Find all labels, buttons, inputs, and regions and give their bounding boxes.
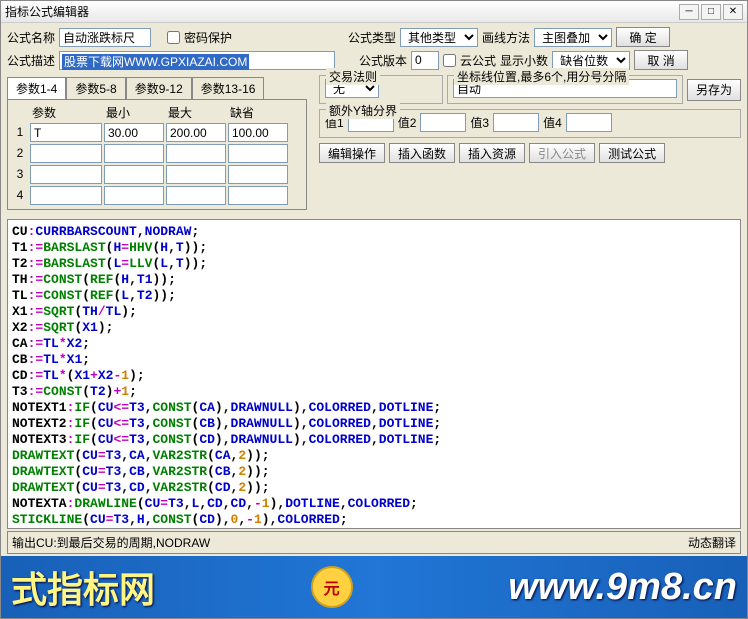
password-label: 密码保护 — [184, 29, 232, 46]
banner-left-text: 式指标网 — [11, 561, 155, 613]
param-tabs: 参数1-4 参数5-8 参数9-12 参数13-16 — [7, 77, 307, 100]
cloud-checkbox[interactable] — [443, 54, 456, 67]
v4-label: 值4 — [543, 114, 562, 131]
param-max-input[interactable] — [166, 144, 226, 163]
tab-params-13-16[interactable]: 参数13-16 — [192, 77, 265, 99]
titlebar: 指标公式编辑器 ─ □ ✕ — [1, 1, 747, 23]
name-label: 公式名称 — [7, 29, 55, 46]
name-input[interactable] — [59, 28, 151, 47]
minimize-button[interactable]: ─ — [679, 4, 699, 20]
banner: 式指标网 元 www.9m8.cn — [1, 556, 747, 618]
drawmethod-label: 画线方法 — [482, 29, 530, 46]
decimals-label: 显示小数 — [500, 52, 548, 69]
param-rownum: 4 — [12, 186, 28, 205]
col-paramname: 参数 — [30, 104, 102, 121]
coord-legend: 坐标线位置,最多6个,用分号分隔 — [454, 68, 629, 85]
drawmethod-select[interactable]: 主图叠加 — [534, 28, 612, 47]
cloud-label: 云公式 — [460, 52, 496, 69]
param-max-input[interactable] — [166, 123, 226, 142]
param-name-input[interactable] — [30, 186, 102, 205]
v3-input[interactable] — [493, 113, 539, 132]
editop-button[interactable]: 编辑操作 — [319, 143, 385, 163]
param-name-input[interactable] — [30, 123, 102, 142]
param-max-input[interactable] — [166, 186, 226, 205]
form-area: 公式名称 密码保护 公式类型 其他类型 画线方法 主图叠加 确 定 公式描述 股… — [1, 23, 747, 217]
type-select[interactable]: 其他类型 — [400, 28, 478, 47]
insres-button[interactable]: 插入资源 — [459, 143, 525, 163]
param-rownum: 3 — [12, 165, 28, 184]
extraY-legend: 额外Y轴分界 — [326, 102, 400, 119]
col-default: 缺省 — [228, 104, 288, 121]
param-def-input[interactable] — [228, 165, 288, 184]
version-input[interactable] — [411, 51, 439, 70]
decimals-select[interactable]: 缺省位数 — [552, 51, 630, 70]
main-window: 指标公式编辑器 ─ □ ✕ 公式名称 密码保护 公式类型 其他类型 画线方法 主… — [0, 0, 748, 619]
v2-label: 值2 — [398, 114, 417, 131]
status-bar: 输出CU:到最后交易的周期,NODRAW 动态翻译 — [7, 531, 741, 554]
code-editor[interactable]: CU:CURRBARSCOUNT,NODRAW;T1:=BARSLAST(H=H… — [7, 219, 741, 529]
col-max: 最大 — [166, 104, 226, 121]
param-def-input[interactable] — [228, 186, 288, 205]
v4-input[interactable] — [566, 113, 612, 132]
window-title: 指标公式编辑器 — [5, 3, 677, 20]
password-checkbox[interactable] — [167, 31, 180, 44]
param-max-input[interactable] — [166, 165, 226, 184]
tab-params-9-12[interactable]: 参数9-12 — [126, 77, 192, 99]
col-min: 最小 — [104, 104, 164, 121]
cancel-button[interactable]: 取 消 — [634, 50, 688, 70]
param-min-input[interactable] — [104, 186, 164, 205]
banner-right-text: www.9m8.cn — [508, 566, 737, 609]
param-def-input[interactable] — [228, 144, 288, 163]
param-rownum: 2 — [12, 144, 28, 163]
type-label: 公式类型 — [348, 29, 396, 46]
tradelaw-legend: 交易法则 — [326, 68, 380, 85]
testform-button[interactable]: 测试公式 — [599, 143, 665, 163]
desc-value: 股票下载网WWW.GPXIAZAI.COM — [62, 54, 249, 70]
tab-params-5-8[interactable]: 参数5-8 — [66, 77, 125, 99]
maximize-button[interactable]: □ — [701, 4, 721, 20]
desc-label: 公式描述 — [7, 52, 55, 69]
dyntrans-label[interactable]: 动态翻译 — [688, 534, 736, 551]
banner-logo: 元 — [311, 566, 353, 608]
param-name-input[interactable] — [30, 144, 102, 163]
v2-input[interactable] — [420, 113, 466, 132]
param-min-input[interactable] — [104, 165, 164, 184]
desc-input[interactable]: 股票下载网WWW.GPXIAZAI.COM — [59, 51, 335, 70]
param-name-input[interactable] — [30, 165, 102, 184]
version-label: 公式版本 — [359, 52, 407, 69]
param-min-input[interactable] — [104, 123, 164, 142]
saveas-button[interactable]: 另存为 — [687, 79, 741, 101]
impform-button[interactable]: 引入公式 — [529, 143, 595, 163]
tab-params-1-4[interactable]: 参数1-4 — [7, 77, 66, 99]
ok-button[interactable]: 确 定 — [616, 27, 670, 47]
params-section: 参数1-4 参数5-8 参数9-12 参数13-16 参数 最小 最大 缺省 1 — [7, 73, 307, 210]
param-grid: 参数 最小 最大 缺省 1 2 3 — [12, 104, 302, 205]
status-text: 输出CU:到最后交易的周期,NODRAW — [12, 534, 688, 551]
param-rownum: 1 — [12, 123, 28, 142]
v3-label: 值3 — [470, 114, 489, 131]
close-button[interactable]: ✕ — [723, 4, 743, 20]
param-def-input[interactable] — [228, 123, 288, 142]
param-min-input[interactable] — [104, 144, 164, 163]
insfunc-button[interactable]: 插入函数 — [389, 143, 455, 163]
